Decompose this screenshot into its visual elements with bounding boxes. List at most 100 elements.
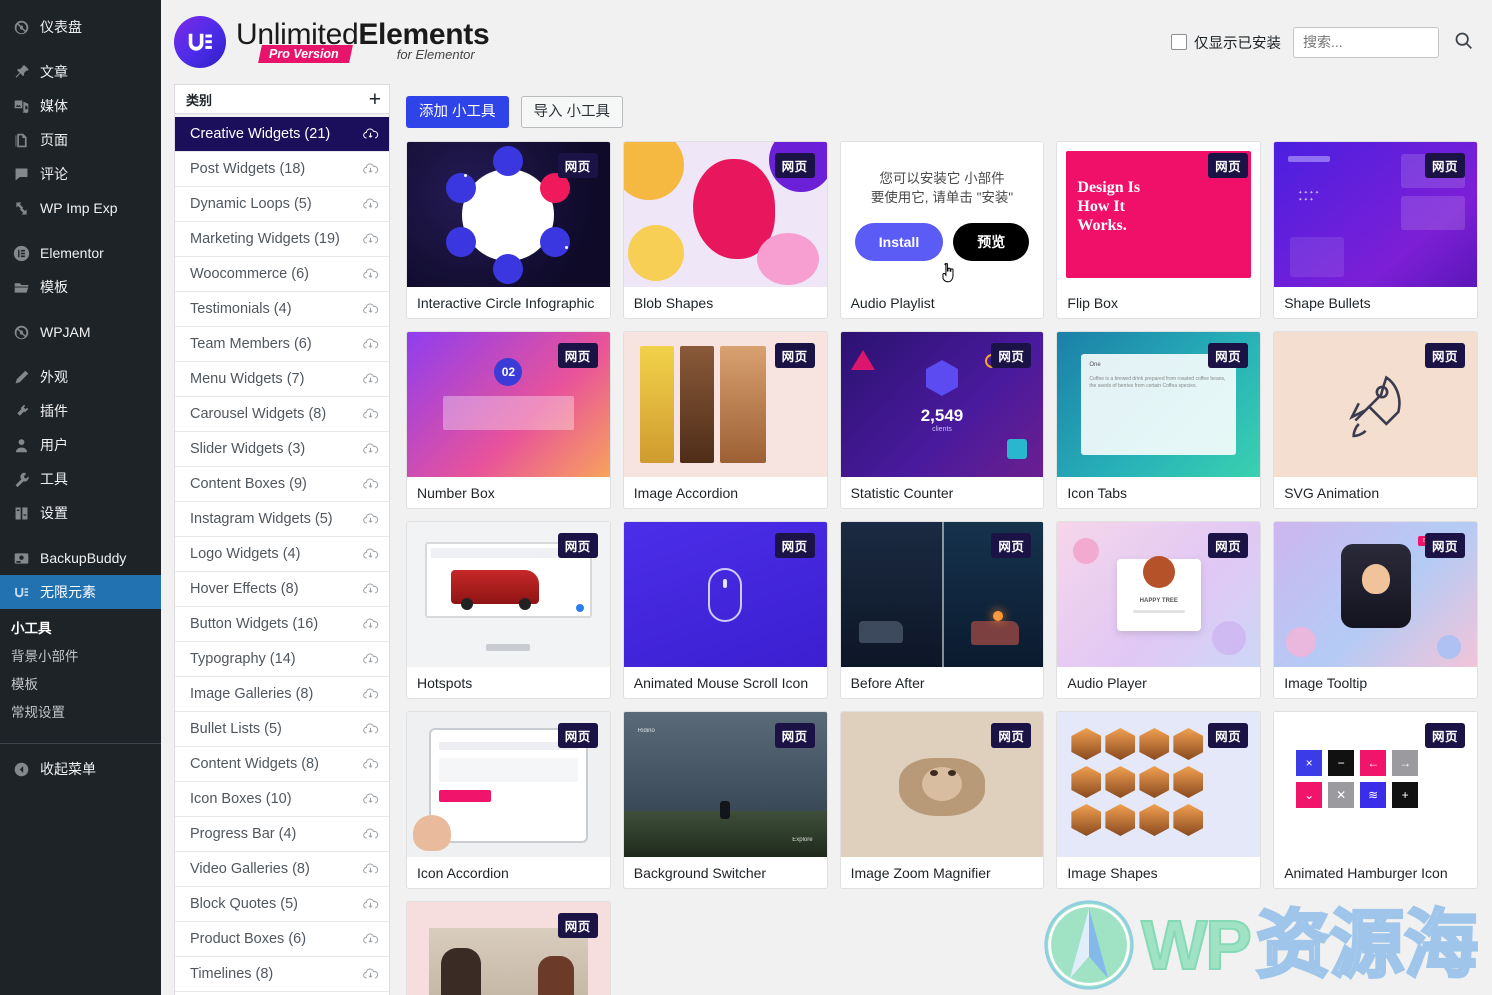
category-item[interactable]: Image Galleries (8) — [175, 677, 389, 712]
widget-card[interactable]: Best Organic网页 Image Tooltip — [1273, 521, 1478, 699]
category-item[interactable]: Block Quotes (5) — [175, 887, 389, 922]
category-item[interactable]: Content Boxes (9) — [175, 467, 389, 502]
cloud-download-icon[interactable] — [362, 651, 379, 668]
widget-card[interactable]: Ridino Explore 网页 Background Switcher — [622, 711, 828, 889]
category-item[interactable]: Logo Widgets (4) — [175, 537, 389, 572]
category-item[interactable]: Carousel Widgets (8) — [175, 397, 389, 432]
category-item[interactable]: Content Widgets (8) — [175, 747, 389, 782]
widget-card[interactable]: Design Is How It Works. 网页 Flip Box — [1056, 141, 1262, 319]
cloud-download-icon[interactable] — [362, 756, 379, 773]
sidebar-subitem-templates[interactable]: 模板 — [11, 671, 161, 699]
sidebar-item-wpjam[interactable]: WPJAM — [0, 315, 161, 349]
category-item[interactable]: Video Galleries (8) — [175, 852, 389, 887]
sidebar-item-templates[interactable]: 模板 — [0, 270, 161, 304]
sidebar-item-plugins[interactable]: 插件 — [0, 394, 161, 428]
cloud-download-icon[interactable] — [362, 266, 379, 283]
cloud-download-icon[interactable] — [362, 231, 379, 248]
widget-card[interactable]: 网页 SVG Animation — [1273, 331, 1478, 509]
plus-icon[interactable]: + — [369, 89, 381, 110]
widget-card[interactable]: HAPPY TREE 网页 Audio Player — [1056, 521, 1262, 699]
cloud-download-icon[interactable] — [362, 616, 379, 633]
categories-scroll[interactable]: Creative Widgets (21) Post Widgets (18) Dy… — [175, 114, 389, 995]
widget-card[interactable]: 网页 Blob Shapes — [622, 141, 828, 319]
cloud-download-icon[interactable] — [362, 791, 379, 808]
category-item[interactable]: Timelines (8) — [175, 957, 389, 992]
preview-button[interactable]: 预览 — [953, 222, 1030, 261]
sidebar-item-tools[interactable]: 工具 — [0, 462, 161, 496]
widget-card[interactable]: 网页 Hotspots — [406, 521, 611, 699]
cloud-download-icon[interactable] — [362, 126, 379, 143]
sidebar-item-dashboard[interactable]: 仪表盘 — [0, 10, 161, 44]
cloud-download-icon[interactable] — [362, 721, 379, 738]
cloud-download-icon[interactable] — [362, 371, 379, 388]
category-item[interactable]: Testimonials (4) — [175, 292, 389, 327]
widget-card[interactable]: 网页 — [406, 901, 611, 995]
widget-card[interactable]: ✦ ✦ ✦ ✦ ✦ ✦ ✦ 网页 Shape Bullets — [1273, 141, 1478, 319]
cloud-download-icon[interactable] — [362, 161, 379, 178]
category-item[interactable]: Dynamic Loops (5) — [175, 187, 389, 222]
sidebar-subitem-widgets[interactable]: 小工具 — [11, 615, 161, 643]
search-button[interactable] — [1451, 30, 1476, 54]
sidebar-item-elementor[interactable]: Elementor — [0, 236, 161, 270]
cloud-download-icon[interactable] — [362, 896, 379, 913]
widget-card[interactable]: × − ← → ⌄ ✕ ≋ + 网页 Animated Hamburger Icon — [1273, 711, 1478, 889]
cloud-download-icon[interactable] — [362, 511, 379, 528]
widget-card[interactable]: 网页 Image Accordion — [622, 331, 828, 509]
sidebar-subitem-background-widgets[interactable]: 背景小部件 — [11, 643, 161, 671]
category-item[interactable]: Creative Widgets (21) — [175, 117, 389, 152]
sidebar-item-posts[interactable]: 文章 — [0, 55, 161, 89]
add-widget-button[interactable]: 添加 小工具 — [406, 96, 509, 128]
category-item[interactable]: Button Widgets (16) — [175, 607, 389, 642]
cloud-download-icon[interactable] — [362, 966, 379, 983]
sidebar-item-backupbuddy[interactable]: BackupBuddy — [0, 541, 161, 575]
category-item[interactable]: Instagram Widgets (5) — [175, 502, 389, 537]
category-item[interactable]: Marketing Widgets (19) — [175, 222, 389, 257]
import-widget-button[interactable]: 导入 小工具 — [520, 96, 624, 128]
category-item[interactable]: Typography (14) — [175, 642, 389, 677]
widget-card[interactable]: 网页 Animated Mouse Scroll Icon — [622, 521, 828, 699]
cloud-download-icon[interactable] — [362, 336, 379, 353]
widget-card[interactable]: 网页 Before After — [839, 521, 1045, 699]
widget-card[interactable]: One Coffee is a brewed drink prepared fro… — [1056, 331, 1262, 509]
sidebar-item-wp-imp-exp[interactable]: WP Imp Exp — [0, 191, 161, 225]
search-input[interactable] — [1293, 26, 1439, 58]
install-button[interactable]: Install — [854, 222, 944, 261]
sidebar-item-appearance[interactable]: 外观 — [0, 360, 161, 394]
cloud-download-icon[interactable] — [362, 441, 379, 458]
widget-card[interactable]: 网页 Image Shapes — [1056, 711, 1262, 889]
sidebar-subitem-general-settings[interactable]: 常规设置 — [11, 699, 161, 727]
category-item[interactable]: Woocommerce (6) — [175, 257, 389, 292]
cloud-download-icon[interactable] — [362, 686, 379, 703]
widget-card[interactable]: 网页 Icon Accordion — [406, 711, 611, 889]
widget-card[interactable]: 2,549 clients 网页 Statistic Counter — [839, 331, 1045, 509]
installed-only-checkbox[interactable]: 仅显示已安装 — [1171, 32, 1281, 53]
category-item[interactable]: Post Widgets (18) — [175, 152, 389, 187]
cloud-download-icon[interactable] — [362, 826, 379, 843]
cloud-download-icon[interactable] — [362, 301, 379, 318]
sidebar-item-media[interactable]: 媒体 — [0, 89, 161, 123]
cloud-download-icon[interactable] — [362, 861, 379, 878]
checkbox-box[interactable] — [1171, 34, 1187, 50]
sidebar-item-unlimited-elements[interactable]: 无限元素 — [0, 575, 161, 609]
widget-card[interactable]: 网页 Image Zoom Magnifier — [839, 711, 1045, 889]
cloud-download-icon[interactable] — [362, 476, 379, 493]
widget-card[interactable]: 02 网页 Number Box — [406, 331, 611, 509]
collapse-menu-button[interactable]: 收起菜单 — [0, 752, 161, 786]
sidebar-item-settings[interactable]: 设置 — [0, 496, 161, 530]
category-item[interactable]: Slider Widgets (3) — [175, 432, 389, 467]
cloud-download-icon[interactable] — [362, 546, 379, 563]
widget-card[interactable]: 网页 Interactive Circle Infographic — [406, 141, 611, 319]
cloud-download-icon[interactable] — [362, 196, 379, 213]
sidebar-item-comments[interactable]: 评论 — [0, 157, 161, 191]
widget-card[interactable]: 您可以安装它 小部件 要使用它, 请单击 "安装" Install 预览 Audio P… — [839, 141, 1045, 319]
category-item[interactable]: Product Boxes (6) — [175, 922, 389, 957]
category-item[interactable]: Hover Effects (8) — [175, 572, 389, 607]
cloud-download-icon[interactable] — [362, 406, 379, 423]
sidebar-item-pages[interactable]: 页面 — [0, 123, 161, 157]
cloud-download-icon[interactable] — [362, 931, 379, 948]
category-item[interactable]: Progress Bar (4) — [175, 817, 389, 852]
category-item[interactable]: Icon Boxes (10) — [175, 782, 389, 817]
category-item[interactable]: Menu Widgets (7) — [175, 362, 389, 397]
cloud-download-icon[interactable] — [362, 581, 379, 598]
category-item[interactable]: Team Members (6) — [175, 327, 389, 362]
